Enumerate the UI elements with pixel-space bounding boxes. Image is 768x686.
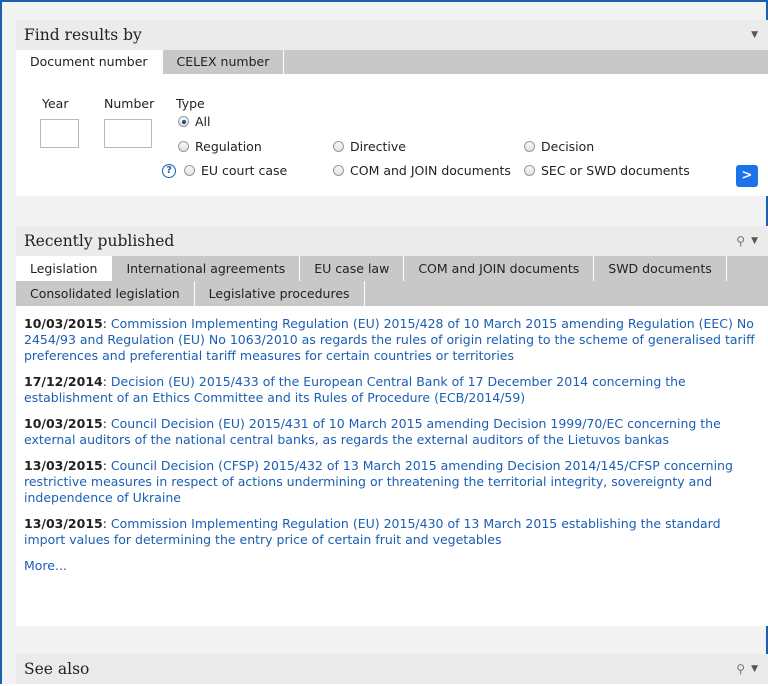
find-results-header[interactable]: Find results by ▼ xyxy=(16,20,768,50)
tab-document-number[interactable]: Document number xyxy=(16,50,163,74)
document-link[interactable]: Council Decision (CFSP) 2015/432 of 13 M… xyxy=(24,458,733,505)
year-input[interactable] xyxy=(40,119,79,148)
radio-sec-swd[interactable]: SEC or SWD documents xyxy=(524,163,690,178)
page-frame: Find results by ▼ Document number CELEX … xyxy=(0,0,768,686)
radio-eu-court-case[interactable]: ? EU court case xyxy=(162,163,287,178)
share-icon[interactable]: ⚲ xyxy=(736,234,745,248)
triangle-down-icon[interactable]: ▼ xyxy=(751,236,758,246)
number-label: Number xyxy=(104,96,155,111)
radio-regulation[interactable]: Regulation xyxy=(178,139,262,154)
more-link[interactable]: More... xyxy=(24,558,760,573)
document-link[interactable]: Commission Implementing Regulation (EU) … xyxy=(24,516,721,547)
radio-icon xyxy=(333,141,344,152)
find-form: Year Number Type All Regulation Directiv… xyxy=(16,74,768,196)
tab-international-agreements[interactable]: International agreements xyxy=(112,256,301,281)
type-label: Type xyxy=(176,96,205,111)
number-input[interactable] xyxy=(104,119,152,148)
help-icon[interactable]: ? xyxy=(162,163,176,178)
tab-consolidated-legislation[interactable]: Consolidated legislation xyxy=(16,281,195,306)
radio-com-join[interactable]: COM and JOIN documents xyxy=(333,163,511,178)
triangle-down-icon[interactable]: ▼ xyxy=(751,664,758,674)
find-tabs: Document number CELEX number xyxy=(16,50,768,74)
triangle-down-icon[interactable]: ▼ xyxy=(751,30,758,40)
radio-icon xyxy=(184,165,195,176)
recently-published-header[interactable]: Recently published ⚲ ▼ xyxy=(16,226,768,256)
recent-items-list: 10/03/2015: Commission Implementing Regu… xyxy=(16,306,768,573)
list-item: 17/12/2014: Decision (EU) 2015/433 of th… xyxy=(24,374,686,405)
panel-title: Recently published xyxy=(24,232,175,250)
radio-selected-icon xyxy=(178,116,189,127)
share-icon[interactable]: ⚲ xyxy=(736,662,745,676)
tab-legislative-procedures[interactable]: Legislative procedures xyxy=(195,281,365,306)
radio-directive[interactable]: Directive xyxy=(333,139,406,154)
tab-com-join-documents[interactable]: COM and JOIN documents xyxy=(404,256,595,281)
list-item: 10/03/2015: Commission Implementing Regu… xyxy=(24,316,755,363)
radio-decision[interactable]: Decision xyxy=(524,139,594,154)
tab-eu-case-law[interactable]: EU case law xyxy=(300,256,405,281)
panel-title: Find results by xyxy=(24,26,142,44)
tab-legislation[interactable]: Legislation xyxy=(16,256,113,281)
tab-celex-number[interactable]: CELEX number xyxy=(163,50,285,74)
list-item: 13/03/2015: Council Decision (CFSP) 2015… xyxy=(24,458,733,505)
list-item: 10/03/2015: Council Decision (EU) 2015/4… xyxy=(24,416,721,447)
radio-icon xyxy=(333,165,344,176)
document-link[interactable]: Decision (EU) 2015/433 of the European C… xyxy=(24,374,686,405)
search-go-button[interactable]: > xyxy=(736,165,758,187)
list-item: 13/03/2015: Commission Implementing Regu… xyxy=(24,516,721,547)
radio-icon xyxy=(524,165,535,176)
radio-icon xyxy=(178,141,189,152)
panel-title: See also xyxy=(24,660,90,678)
tab-swd-documents[interactable]: SWD documents xyxy=(594,256,727,281)
recent-tabs: Legislation International agreements EU … xyxy=(16,256,768,306)
see-also-panel: See also ⚲ ▼ xyxy=(16,654,768,686)
year-label: Year xyxy=(42,96,69,111)
document-link[interactable]: Commission Implementing Regulation (EU) … xyxy=(24,316,755,363)
radio-icon xyxy=(524,141,535,152)
find-results-panel: Find results by ▼ Document number CELEX … xyxy=(16,20,768,196)
radio-all[interactable]: All xyxy=(178,114,211,129)
recently-published-panel: Recently published ⚲ ▼ Legislation Inter… xyxy=(16,226,768,626)
document-link[interactable]: Council Decision (EU) 2015/431 of 10 Mar… xyxy=(24,416,721,447)
see-also-header[interactable]: See also ⚲ ▼ xyxy=(16,654,768,684)
